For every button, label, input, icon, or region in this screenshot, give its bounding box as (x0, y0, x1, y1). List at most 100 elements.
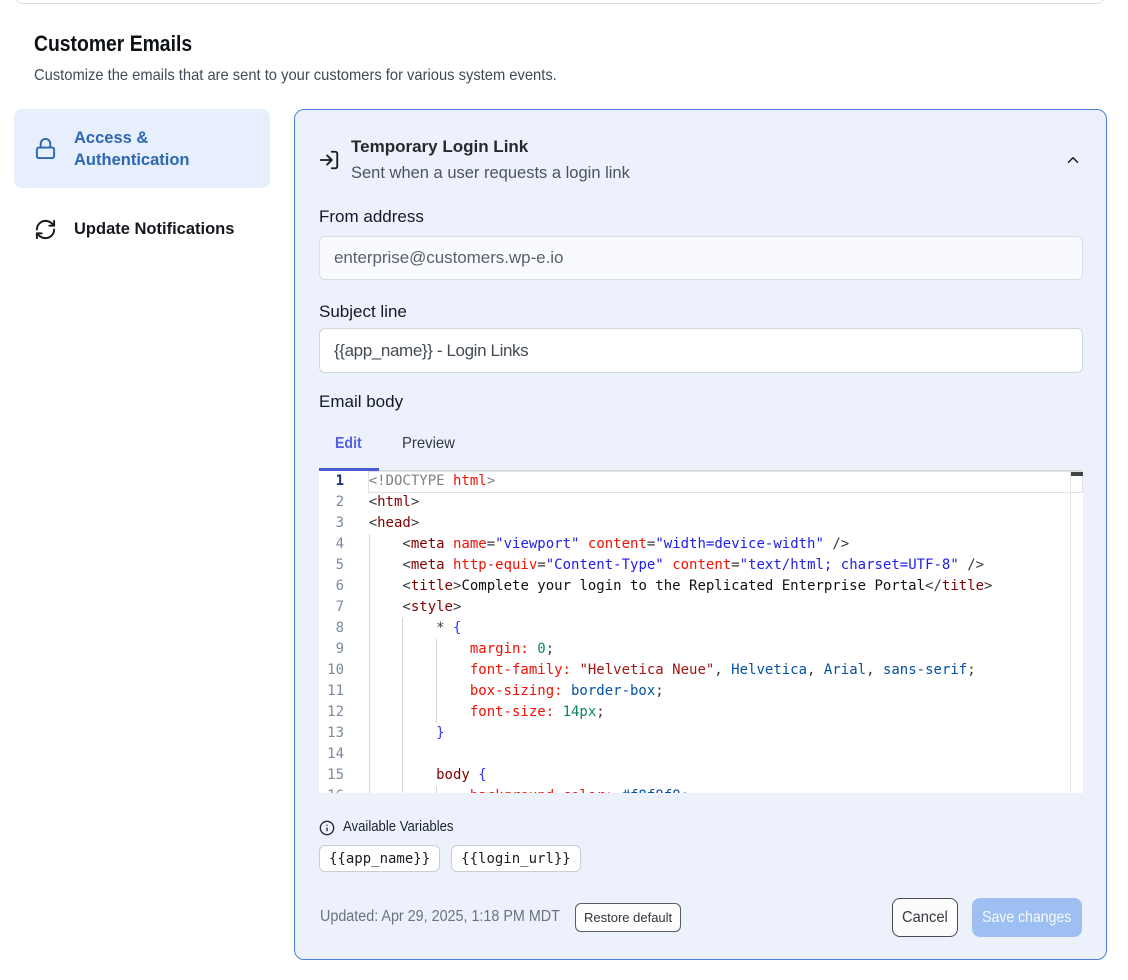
code-token-dl: > (411, 515, 419, 531)
code-token-dl: ; (655, 683, 663, 699)
line-number-16: 16 (319, 786, 344, 793)
code-line-4: <meta name="viewport" content="width=dev… (369, 534, 993, 555)
sidebar-item-label: Update Notifications (74, 218, 234, 240)
code-line-7: <style> (369, 597, 993, 618)
code-token-attr: http-equiv (453, 557, 537, 573)
code-token-dl: < (369, 515, 377, 531)
previous-card-bottom-edge (14, 0, 1106, 4)
restore-default-button[interactable]: Restore default (575, 903, 681, 932)
editor-line-numbers: 12345678910111213141516 (319, 471, 344, 793)
code-token-mt: > (487, 473, 495, 489)
code-token-attr: box-sizing: (470, 683, 563, 699)
chevron-up-icon (1064, 151, 1082, 169)
variable-chips: {{app_name}} {{login_url}} (319, 845, 581, 872)
code-line-14 (369, 744, 993, 765)
line-number-13: 13 (319, 723, 344, 744)
code-line-8: * { (369, 618, 993, 639)
code-token-dl: ; (596, 704, 604, 720)
variable-chip[interactable]: {{app_name}} (319, 845, 440, 872)
code-token-pl (613, 788, 621, 793)
line-number-7: 7 (319, 597, 344, 618)
sidebar-item-access-authentication[interactable]: Access & Authentication (14, 109, 270, 188)
code-token-pl (369, 599, 403, 615)
log-in-icon (318, 149, 340, 171)
code-token-cssval: Helvetica (731, 662, 807, 678)
code-token-pl (369, 662, 470, 678)
code-token-tag: style (411, 599, 453, 615)
code-token-tag: title (411, 578, 453, 594)
code-token-dl: , (866, 662, 874, 678)
code-token-str: "Content-Type" (546, 557, 664, 573)
card-subtitle: Sent when a user requests a login link (351, 164, 630, 183)
code-token-cssstr: "Helvetica Neue" (579, 662, 714, 678)
refresh-icon (34, 218, 57, 241)
code-token-pl (445, 620, 453, 636)
code-token-pl (369, 557, 403, 573)
code-line-5: <meta http-equiv="Content-Type" content=… (369, 555, 993, 576)
code-token-tag: html (377, 494, 411, 510)
code-token-tag: head (377, 515, 411, 531)
page-subtitle: Customize the emails that are sent to yo… (34, 67, 557, 85)
code-token-dl: /> (967, 557, 984, 573)
code-token-dl: > (453, 599, 461, 615)
code-token-attr: background-color: (470, 788, 613, 793)
code-token-str: "viewport" (495, 536, 579, 552)
updated-timestamp: Updated: Apr 29, 2025, 1:18 PM MDT (320, 908, 560, 926)
sidebar-item-update-notifications[interactable]: Update Notifications (14, 207, 270, 251)
code-token-tag: title (942, 578, 984, 594)
code-token-dl: = (731, 557, 739, 573)
code-token-txt: Complete your login to the Replicated En… (461, 578, 925, 594)
line-number-8: 8 (319, 618, 344, 639)
editor-scrollbar-thumb[interactable] (1071, 472, 1083, 476)
code-token-cssval: Arial (824, 662, 866, 678)
code-line-2: <html> (369, 492, 993, 513)
code-line-10: font-family: "Helvetica Neue", Helvetica… (369, 660, 993, 681)
code-token-dl: < (402, 557, 410, 573)
code-token-dl: < (402, 578, 410, 594)
code-token-pl (369, 578, 403, 594)
from-address-label: From address (319, 207, 424, 227)
tab-edit[interactable]: Edit (319, 428, 381, 471)
code-token-dl: ; (967, 662, 975, 678)
email-body-code-editor[interactable]: 12345678910111213141516 <!DOCTYPE html><… (319, 471, 1083, 793)
code-token-dl: ; (681, 788, 689, 793)
code-token-pl (664, 557, 672, 573)
code-token-dl: = (537, 557, 545, 573)
variable-chip[interactable]: {{login_url}} (451, 845, 581, 872)
code-token-cssval: sans-serif (883, 662, 967, 678)
email-settings-card: Temporary Login Link Sent when a user re… (294, 109, 1107, 960)
tab-preview[interactable]: Preview (386, 428, 475, 471)
code-line-3: <head> (369, 513, 993, 534)
code-line-6: <title>Complete your login to the Replic… (369, 576, 993, 597)
line-number-4: 4 (319, 534, 344, 555)
from-address-input[interactable] (319, 236, 1083, 280)
page-title: Customer Emails (34, 33, 192, 55)
card-content: Temporary Login Link Sent when a user re… (295, 110, 1106, 959)
code-token-attr: content (672, 557, 731, 573)
line-number-6: 6 (319, 576, 344, 597)
collapse-button[interactable] (1061, 148, 1085, 172)
code-token-pl (445, 557, 453, 573)
save-changes-button[interactable]: Save changes (972, 898, 1082, 937)
code-token-pl (369, 704, 470, 720)
tab-edit-label: Edit (335, 435, 362, 453)
code-token-tag: body (436, 767, 470, 783)
code-token-dl: > (984, 578, 992, 594)
code-token-pl (369, 641, 470, 657)
editor-code[interactable]: <!DOCTYPE html><html><head> <meta name="… (369, 471, 993, 793)
code-token-pl (369, 536, 403, 552)
code-token-dl: > (411, 494, 419, 510)
sidebar-item-label: Access & Authentication (74, 127, 204, 171)
code-token-pl (369, 683, 470, 699)
line-number-14: 14 (319, 744, 344, 765)
editor-scrollbar[interactable] (1070, 471, 1084, 793)
code-token-dl: * (436, 620, 444, 636)
line-number-5: 5 (319, 555, 344, 576)
line-number-15: 15 (319, 765, 344, 786)
code-token-cssval: #f8f8f8 (622, 788, 681, 793)
subject-line-input[interactable] (319, 328, 1083, 373)
code-token-pl (369, 620, 436, 636)
cancel-button[interactable]: Cancel (892, 898, 958, 937)
save-button-label: Save changes (982, 909, 1071, 927)
code-line-9: margin: 0; (369, 639, 993, 660)
